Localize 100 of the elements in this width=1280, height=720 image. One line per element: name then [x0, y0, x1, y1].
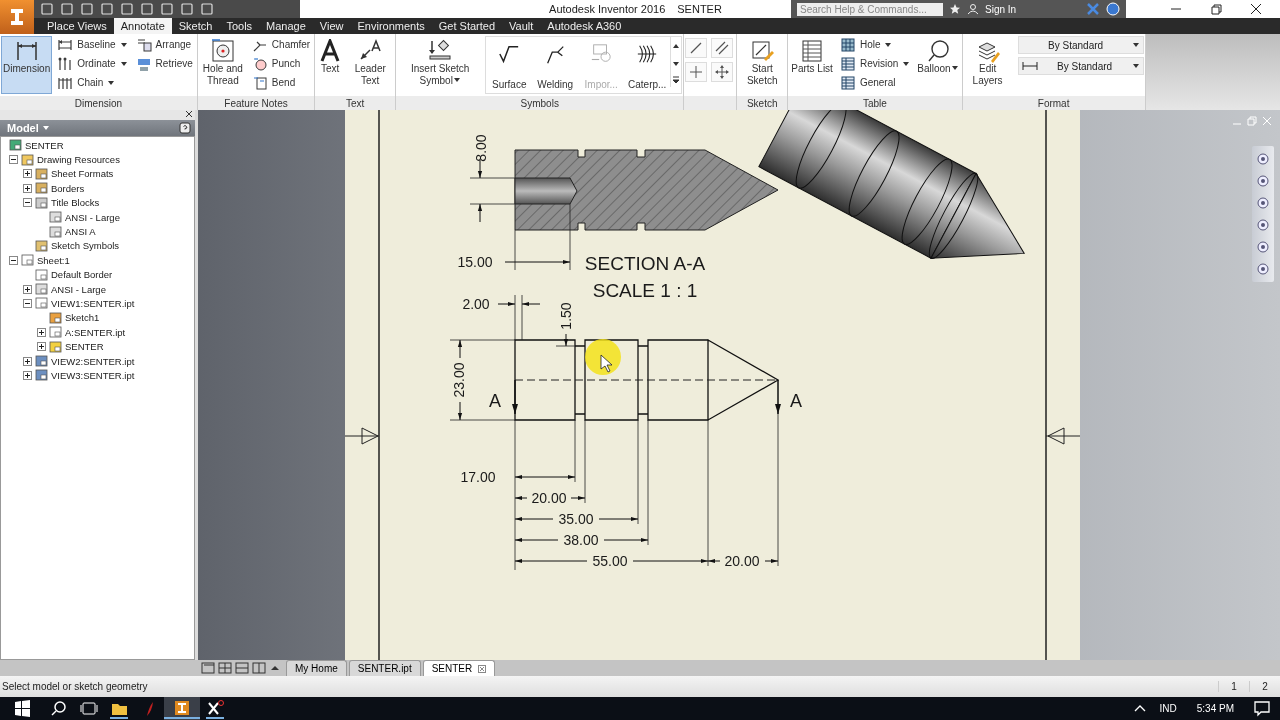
centerline-button[interactable]	[685, 38, 708, 58]
style-dropdown[interactable]: By Standard	[1017, 36, 1144, 54]
navigation-tool-icon[interactable]	[1256, 240, 1270, 254]
tree-item[interactable]: SENTER	[65, 341, 104, 353]
toolbar-tool-icon[interactable]	[200, 2, 214, 16]
tree-item[interactable]: VIEW1:SENTER.ipt	[51, 298, 135, 309]
gallery-item[interactable]: Caterp...	[624, 37, 671, 91]
ribbon-button[interactable]: Parts List	[789, 36, 835, 78]
expand-toggle-icon[interactable]	[9, 255, 18, 265]
expand-toggle-icon[interactable]	[9, 155, 18, 165]
ribbon-tab[interactable]: Environments	[350, 18, 432, 34]
ribbon-button[interactable]: Leader Text	[346, 36, 395, 90]
ribbon-button[interactable]: Retrieve	[132, 55, 196, 72]
ribbon-button[interactable]: General	[836, 74, 914, 91]
document-tab[interactable]: My Home	[286, 660, 347, 676]
window-layout-icon[interactable]	[251, 661, 267, 675]
expand-toggle-icon[interactable]	[23, 183, 32, 193]
inventor-app-icon[interactable]	[164, 697, 200, 720]
view-node-icon	[35, 355, 48, 368]
ribbon-button[interactable]: Revision	[836, 55, 914, 72]
close-icon[interactable]	[185, 110, 193, 118]
ribbon-tab[interactable]: Annotate	[113, 18, 172, 34]
ribbon-button[interactable]: Insert Sketch Symbol	[397, 36, 484, 90]
caret-icon[interactable]	[41, 124, 50, 132]
expand-toggle-icon[interactable]	[23, 370, 32, 380]
ribbon-button[interactable]: Dimension	[1, 36, 53, 94]
tree-item[interactable]: A:SENTER.ipt	[65, 326, 126, 338]
ribbon-button[interactable]: Ordinate	[54, 55, 131, 72]
ribbon-button[interactable]: Start Sketch	[738, 36, 787, 90]
parallel-lines-button[interactable]	[711, 38, 734, 58]
ribbon-group-label: Table	[862, 97, 887, 109]
tree-item[interactable]: Default Border	[51, 269, 113, 281]
window-layout-icon[interactable]	[234, 661, 250, 675]
ribbon-button[interactable]: Baseline	[54, 36, 131, 53]
ribbon-tab[interactable]: Sketch	[171, 18, 220, 34]
gallery-item[interactable]: Surface	[486, 37, 533, 91]
tree-item[interactable]: SENTER	[25, 139, 64, 151]
sign-in-link[interactable]: Sign In	[985, 3, 1080, 15]
tree-item[interactable]: Sheet:1	[37, 254, 70, 266]
ribbon-tab[interactable]: Vault	[502, 18, 541, 34]
window-layout-icon[interactable]	[217, 661, 233, 675]
tree-item[interactable]: VIEW3:SENTER.ipt	[51, 369, 135, 381]
toolbar-tool-icon[interactable]	[140, 2, 154, 16]
document-tab[interactable]: SENTER	[422, 660, 496, 676]
expand-toggle-icon[interactable]	[23, 299, 32, 308]
window-layout-icon[interactable]	[200, 661, 216, 675]
toolbar-tool-icon[interactable]	[160, 2, 174, 16]
expand-toggle-icon[interactable]	[23, 198, 32, 208]
toolbar-tool-icon[interactable]	[100, 2, 114, 16]
application-menu-button[interactable]	[0, 0, 34, 34]
toolbar-tool-icon[interactable]	[60, 2, 74, 16]
navigation-tool-icon[interactable]	[1256, 196, 1270, 210]
tree-item[interactable]: VIEW2:SENTER.ipt	[51, 355, 135, 367]
gallery-item[interactable]: Welding	[532, 37, 579, 91]
tree-item[interactable]: Drawing Resources	[37, 154, 120, 166]
ribbon-button[interactable]: Punch	[248, 55, 314, 72]
navigation-tool-icon[interactable]	[1256, 262, 1270, 276]
tree-item[interactable]: ANSI A	[65, 226, 96, 238]
tree-item[interactable]: Title Blocks	[51, 197, 100, 209]
expand-toggle-icon[interactable]	[23, 356, 32, 366]
ribbon-tab[interactable]: Tools	[219, 18, 260, 34]
tree-item[interactable]: ANSI - Large	[65, 211, 120, 223]
ribbon-tab[interactable]: Autodesk A360	[540, 18, 629, 34]
ribbon-tab[interactable]: Get Started	[431, 18, 503, 34]
ribbon-button[interactable]: Bend	[248, 74, 314, 91]
ribbon-button[interactable]: Arrange	[132, 36, 196, 53]
ribbon-button[interactable]: Edit Layers	[963, 36, 1012, 90]
expand-toggle-icon[interactable]	[37, 327, 46, 337]
ribbon-button[interactable]: Hole and Thread	[198, 36, 247, 90]
tree-item[interactable]: Borders	[51, 182, 85, 194]
ribbon-button[interactable]: Balloon	[915, 36, 961, 78]
ribbon-tab[interactable]: Manage	[259, 18, 313, 34]
navigation-tool-icon[interactable]	[1256, 174, 1270, 188]
ribbon-button[interactable]: Chamfer	[248, 36, 314, 53]
toolbar-tool-icon[interactable]	[180, 2, 194, 16]
ribbon-tab[interactable]: View	[312, 18, 351, 34]
ribbon-tab[interactable]: Place Views	[40, 18, 114, 34]
expand-toggle-icon[interactable]	[37, 342, 46, 352]
expand-toggle-icon[interactable]	[23, 169, 32, 179]
tree-item[interactable]: ANSI - Large	[51, 283, 106, 295]
star-icon[interactable]	[949, 3, 961, 15]
clock[interactable]: 5:34 PM	[1186, 703, 1244, 714]
centered-pattern-button[interactable]	[711, 62, 734, 82]
browser-title[interactable]: Model	[7, 122, 39, 134]
tree-item[interactable]: Sheet Formats	[51, 168, 114, 180]
tree-item[interactable]: Sketch Symbols	[51, 240, 120, 252]
tree-item[interactable]: Sketch1	[65, 312, 100, 324]
toolbar-tool-icon[interactable]	[120, 2, 134, 16]
input-language[interactable]: IND	[1149, 703, 1187, 714]
search-field[interactable]: Search Help & Commands...	[797, 2, 943, 16]
toolbar-tool-icon[interactable]	[40, 2, 54, 16]
ribbon-button[interactable]: Chain	[54, 74, 131, 91]
document-tab[interactable]: SENTER.ipt	[348, 660, 421, 676]
navigation-tool-icon[interactable]	[1256, 152, 1270, 166]
expand-toggle-icon[interactable]	[23, 284, 32, 294]
navigation-tool-icon[interactable]	[1256, 218, 1270, 232]
style-dropdown[interactable]: By Standard	[1017, 57, 1144, 75]
toolbar-tool-icon[interactable]	[80, 2, 94, 16]
ribbon-button[interactable]: Text	[316, 36, 345, 78]
ribbon-button[interactable]: Hole	[836, 36, 914, 53]
